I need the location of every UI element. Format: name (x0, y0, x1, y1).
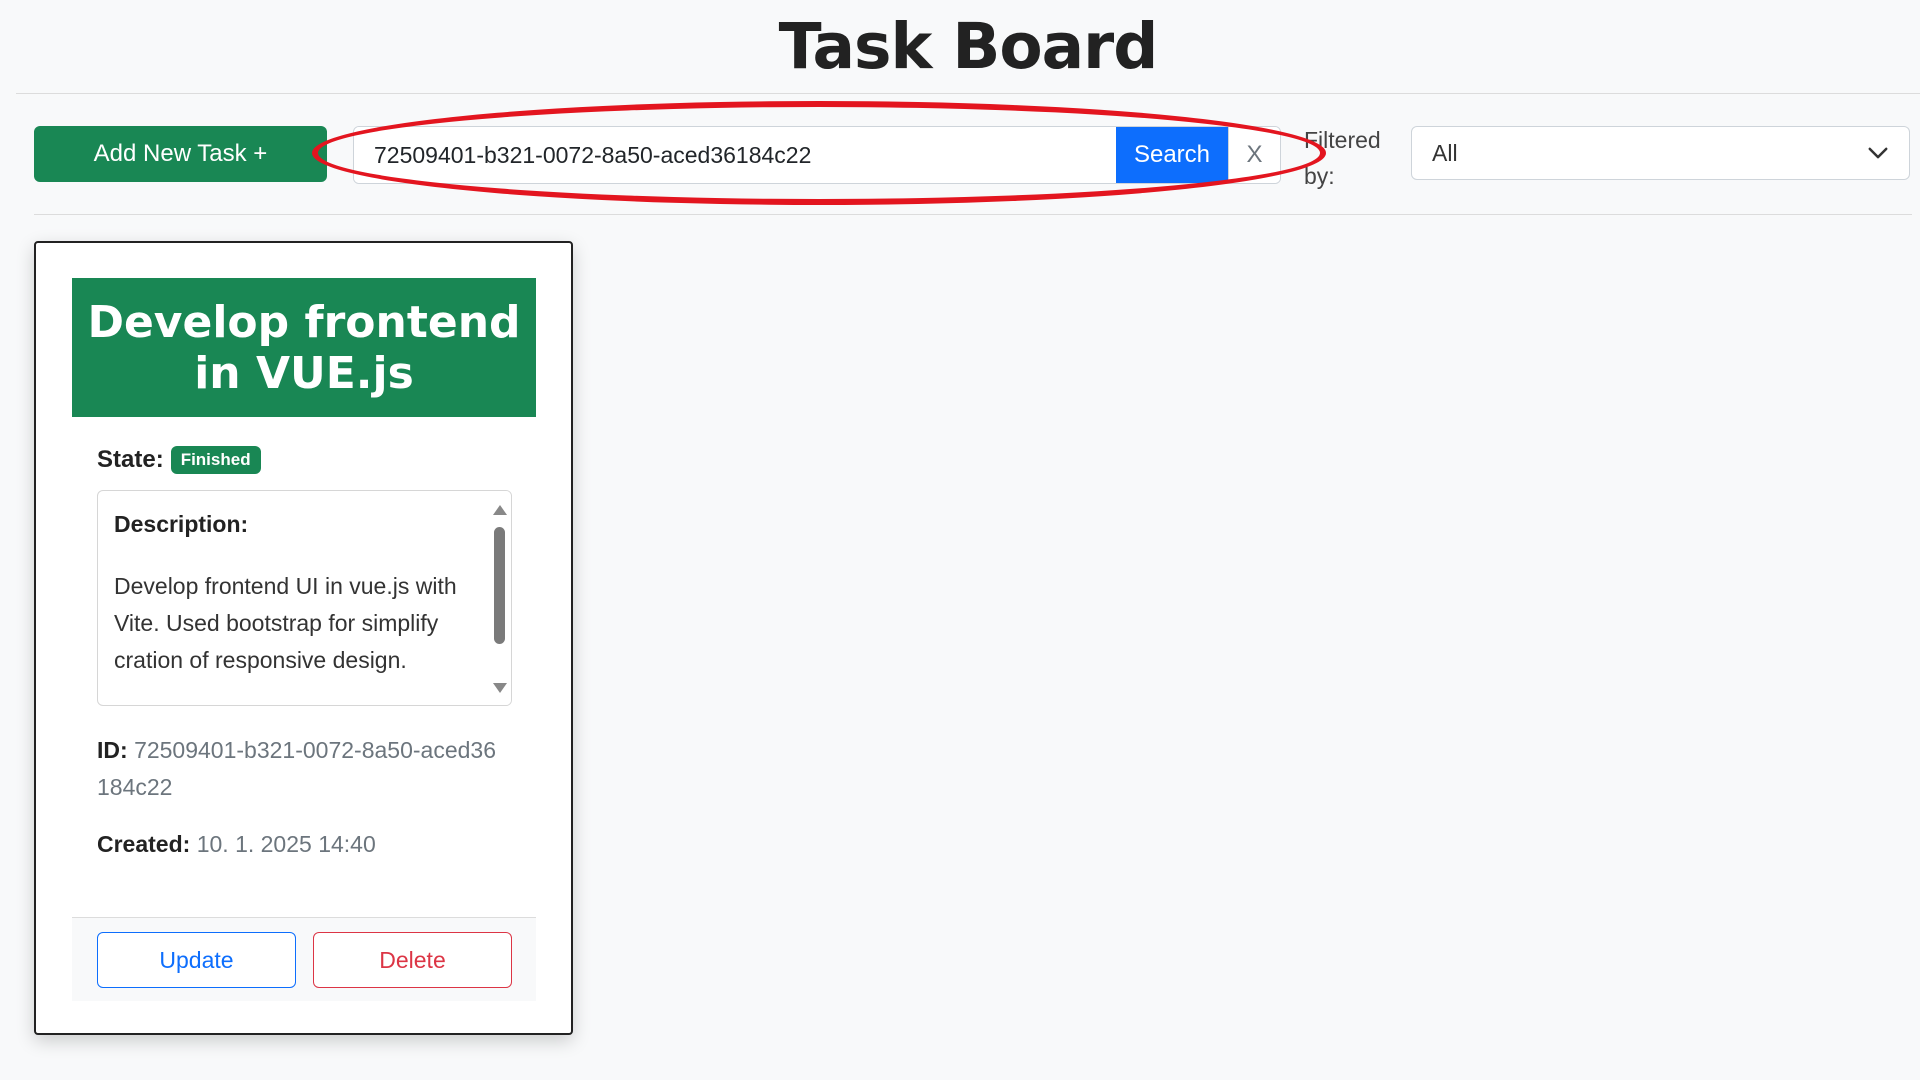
filter-selected-value: All (1432, 139, 1458, 166)
task-id-value: 72509401-b321-0072-8a50-aced36184c22 (97, 737, 496, 800)
description-scrollbar[interactable] (487, 491, 511, 705)
created-row: Created: 10. 1. 2025 14:40 (97, 831, 376, 858)
search-input[interactable] (354, 127, 1116, 183)
filter-label: Filtered by: (1304, 127, 1381, 189)
add-task-button[interactable]: Add New Task + (34, 126, 327, 182)
scroll-thumb[interactable] (494, 527, 505, 644)
task-id-label: ID: (97, 737, 128, 763)
page-title: Task Board (778, 10, 1159, 83)
page-header: Task Board (16, 0, 1920, 94)
chevron-down-icon (1868, 147, 1888, 159)
task-card: Develop frontend in VUE.js State: Finish… (34, 241, 573, 1035)
state-label: State: (97, 446, 164, 473)
task-title: Develop frontend in VUE.js (72, 278, 536, 417)
description-label: Description: (114, 511, 249, 537)
description-box[interactable]: Description: Develop frontend UI in vue.… (97, 490, 512, 706)
created-label: Created: (97, 831, 191, 857)
filter-select[interactable]: All (1411, 126, 1910, 180)
toolbar-divider (34, 214, 1912, 215)
clear-search-button[interactable]: X (1228, 127, 1280, 183)
state-row: State: Finished (97, 446, 261, 474)
update-button[interactable]: Update (97, 932, 296, 988)
description-content: Description: Develop frontend UI in vue.… (114, 511, 469, 679)
created-value: 10. 1. 2025 14:40 (196, 831, 376, 857)
search-button[interactable]: Search (1116, 127, 1228, 183)
scroll-down-arrow-icon[interactable] (493, 683, 507, 693)
card-footer: Update Delete (72, 917, 536, 1001)
task-id-row: ID: 72509401-b321-0072-8a50-aced36184c22 (97, 732, 497, 806)
search-group: Search X (353, 126, 1281, 184)
toolbar: Add New Task + Search X Filtered by: All (34, 126, 1912, 189)
delete-button[interactable]: Delete (313, 932, 512, 988)
scroll-up-arrow-icon[interactable] (493, 505, 507, 515)
description-text: Develop frontend UI in vue.js with Vite.… (114, 573, 457, 673)
status-badge: Finished (170, 446, 261, 474)
